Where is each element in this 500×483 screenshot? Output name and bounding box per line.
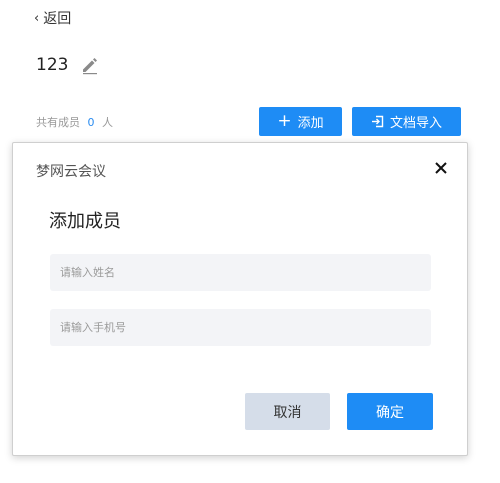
name-input[interactable] xyxy=(50,254,431,291)
add-member-dialog: 梦网云会议 添加成员 取消 确定 xyxy=(12,142,468,456)
cancel-button[interactable]: 取消 xyxy=(245,393,330,430)
dialog-heading: 添加成员 xyxy=(49,211,121,232)
dialog-app-title: 梦网云会议 xyxy=(36,164,106,180)
close-icon[interactable] xyxy=(433,160,449,176)
modal-overlay: 梦网云会议 添加成员 取消 确定 xyxy=(0,0,500,483)
phone-input[interactable] xyxy=(50,309,431,346)
confirm-button[interactable]: 确定 xyxy=(347,393,433,430)
